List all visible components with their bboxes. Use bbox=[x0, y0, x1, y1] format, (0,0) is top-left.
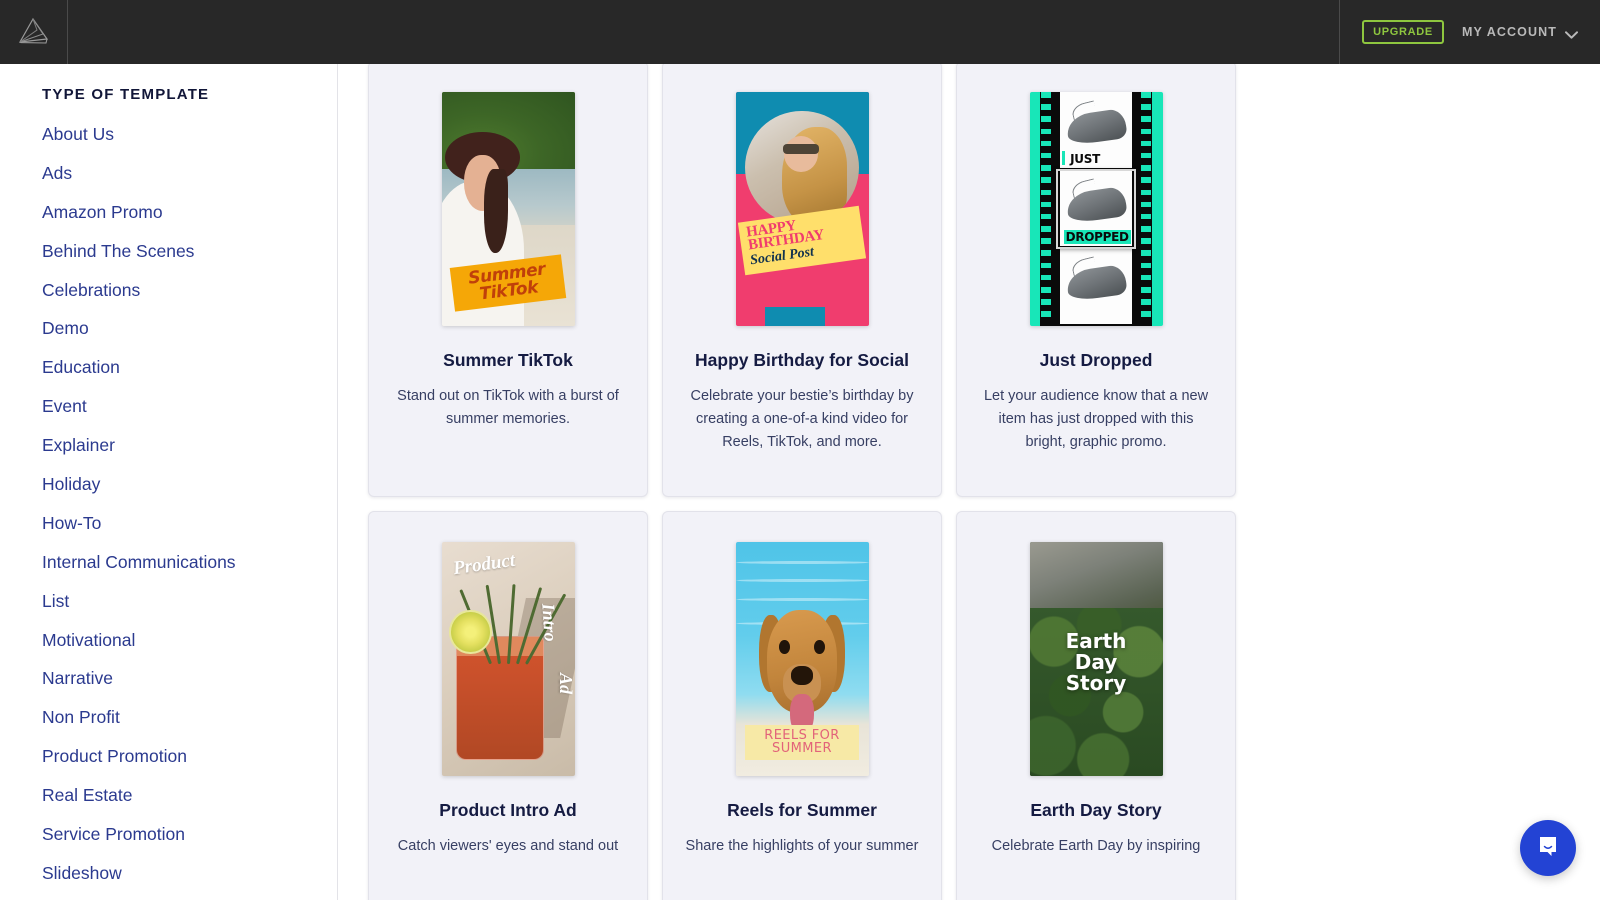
sidebar-item-real-estate[interactable]: Real Estate bbox=[42, 786, 337, 826]
sidebar-item-narrative[interactable]: Narrative bbox=[42, 670, 337, 709]
template-gallery: Summer TikTok Summer TikTok Stand out on… bbox=[339, 64, 1600, 900]
template-thumbnail-reels-for-summer: REELS FOR SUMMER bbox=[735, 542, 869, 776]
thumb-overlay-line-2: Day bbox=[1074, 650, 1118, 675]
thumb-accent-bar bbox=[1061, 150, 1065, 165]
card-title: Earth Day Story bbox=[1030, 800, 1162, 820]
sidebar-item-service-promotion[interactable]: Service Promotion bbox=[42, 825, 337, 865]
thumb-overlay-line-2: DROPPED bbox=[1063, 229, 1131, 244]
card-description: Catch viewers' eyes and stand out bbox=[397, 838, 619, 854]
template-type-sidebar: TYPE OF TEMPLATE About Us Ads Amazon Pro… bbox=[0, 64, 338, 900]
template-card-product-intro-ad[interactable]: Product Intro Ad Product Intro Ad Catch … bbox=[368, 511, 648, 900]
sidebar-item-about-us[interactable]: About Us bbox=[42, 125, 337, 165]
chat-bubble-icon bbox=[1535, 833, 1561, 864]
card-description: Share the highlights of your summer bbox=[685, 838, 919, 854]
animoto-fan-logo-icon bbox=[17, 17, 51, 47]
thumb-frame-3 bbox=[1060, 247, 1132, 326]
thumb-overlay-line-2: Intro bbox=[538, 602, 561, 643]
card-title: Product Intro Ad bbox=[439, 800, 577, 820]
card-description: Celebrate your bestie’s birthday by crea… bbox=[690, 388, 914, 451]
sidebar-item-explainer[interactable]: Explainer bbox=[42, 436, 337, 476]
thumb-overlay-line-1: JUST bbox=[1070, 151, 1100, 166]
sidebar-link-list: About Us Ads Amazon Promo Behind The Sce… bbox=[42, 125, 337, 900]
my-account-label: MY ACCOUNT bbox=[1461, 25, 1557, 39]
top-header-bar: UPGRADE MY ACCOUNT bbox=[0, 0, 1600, 64]
thumb-overlay-line-1: Product bbox=[452, 549, 517, 579]
chevron-down-icon bbox=[1565, 28, 1578, 39]
thumb-overlay-badge: HAPPY BIRTHDAY Social Post bbox=[737, 205, 867, 276]
template-card-earth-day-story[interactable]: Earth Day Story Earth Day Story Celebrat… bbox=[956, 511, 1236, 900]
template-card-grid: Summer TikTok Summer TikTok Stand out on… bbox=[339, 64, 1339, 900]
card-title: Summer TikTok bbox=[443, 350, 573, 370]
thumb-frame-1: JUST bbox=[1060, 92, 1132, 170]
template-card-happy-birthday-for-social[interactable]: HAPPY BIRTHDAY Social Post Happy Birthda… bbox=[662, 64, 942, 497]
thumb-lime-slice bbox=[449, 609, 493, 655]
sidebar-item-behind-the-scenes[interactable]: Behind The Scenes bbox=[42, 242, 337, 282]
template-card-just-dropped[interactable]: JUST DROPPED Just Dropped Let your audie… bbox=[956, 64, 1236, 497]
sidebar-item-non-profit[interactable]: Non Profit bbox=[42, 709, 337, 748]
sidebar-item-holiday[interactable]: Holiday bbox=[42, 475, 337, 515]
intercom-chat-launcher-button[interactable] bbox=[1520, 820, 1576, 876]
sidebar-item-internal-communications[interactable]: Internal Communications bbox=[42, 553, 337, 593]
template-thumbnail-happy-birthday: HAPPY BIRTHDAY Social Post bbox=[735, 92, 869, 326]
thumb-overlay-line-2: SUMMER bbox=[772, 740, 832, 756]
template-thumbnail-earth-day-story: Earth Day Story bbox=[1029, 542, 1163, 776]
thumb-sunglasses bbox=[782, 143, 819, 154]
thumb-water-ripple bbox=[735, 598, 869, 602]
thumb-overlay-line-3: Story bbox=[1065, 671, 1127, 696]
card-description: Stand out on TikTok with a burst of summ… bbox=[397, 388, 619, 428]
upgrade-button[interactable]: UPGRADE bbox=[1362, 20, 1444, 44]
thumb-overlay-line-1: REELS FOR bbox=[764, 727, 840, 743]
header-spacer bbox=[68, 0, 1339, 64]
thumb-water-ripple bbox=[735, 579, 869, 583]
sidebar-item-motivational[interactable]: Motivational bbox=[42, 631, 337, 671]
sidebar-heading: TYPE OF TEMPLATE bbox=[42, 86, 210, 103]
thumb-water-ripple bbox=[735, 560, 869, 564]
template-thumbnail-summer-tiktok: Summer TikTok bbox=[441, 92, 575, 326]
template-thumbnail-product-intro-ad: Product Intro Ad bbox=[441, 542, 575, 776]
my-account-menu[interactable]: MY ACCOUNT bbox=[1462, 25, 1578, 39]
template-card-summer-tiktok[interactable]: Summer TikTok Summer TikTok Stand out on… bbox=[368, 64, 648, 497]
sidebar-item-how-to[interactable]: How-To bbox=[42, 514, 337, 554]
sidebar-item-ads[interactable]: Ads bbox=[42, 164, 337, 204]
thumb-film-frames: JUST DROPPED bbox=[1060, 92, 1132, 326]
header-actions: UPGRADE MY ACCOUNT bbox=[1339, 0, 1600, 64]
sidebar-item-event[interactable]: Event bbox=[42, 398, 337, 437]
thumb-film-perforations-right bbox=[1141, 92, 1151, 326]
thumb-frame-2: DROPPED bbox=[1060, 169, 1132, 248]
thumb-hair bbox=[484, 169, 508, 254]
sidebar-item-demo[interactable]: Demo bbox=[42, 320, 337, 359]
template-card-reels-for-summer[interactable]: REELS FOR SUMMER Reels for Summer Share … bbox=[662, 511, 942, 900]
thumb-overlay-line-3: Ad bbox=[555, 673, 575, 695]
template-thumbnail-just-dropped: JUST DROPPED bbox=[1029, 92, 1163, 326]
thumb-bottom-bar bbox=[764, 307, 825, 326]
card-title: Happy Birthday for Social bbox=[695, 350, 909, 370]
thumb-film-perforations-left bbox=[1041, 92, 1051, 326]
sidebar-item-product-promotion[interactable]: Product Promotion bbox=[42, 748, 337, 787]
card-title: Just Dropped bbox=[1039, 350, 1153, 370]
sidebar-item-slideshow[interactable]: Slideshow bbox=[42, 864, 337, 900]
card-description: Let your audience know that a new item h… bbox=[983, 388, 1209, 451]
sidebar-item-education[interactable]: Education bbox=[42, 359, 337, 398]
thumb-face bbox=[783, 135, 818, 172]
card-description: Celebrate Earth Day by inspiring bbox=[991, 838, 1201, 854]
thumb-dog-nose bbox=[791, 666, 813, 685]
thumb-overlay-line-1: Earth bbox=[1065, 628, 1127, 653]
thumb-overlay-text: Earth Day Story bbox=[1030, 628, 1163, 696]
sidebar-item-list[interactable]: List bbox=[42, 592, 337, 632]
app-logo-button[interactable] bbox=[0, 0, 68, 64]
sidebar-item-amazon-promo[interactable]: Amazon Promo bbox=[42, 203, 337, 243]
card-title: Reels for Summer bbox=[727, 800, 877, 820]
thumb-dog-eye-right bbox=[814, 640, 825, 655]
thumb-overlay-badge: REELS FOR SUMMER bbox=[744, 724, 860, 760]
sidebar-item-celebrations[interactable]: Celebrations bbox=[42, 281, 337, 321]
